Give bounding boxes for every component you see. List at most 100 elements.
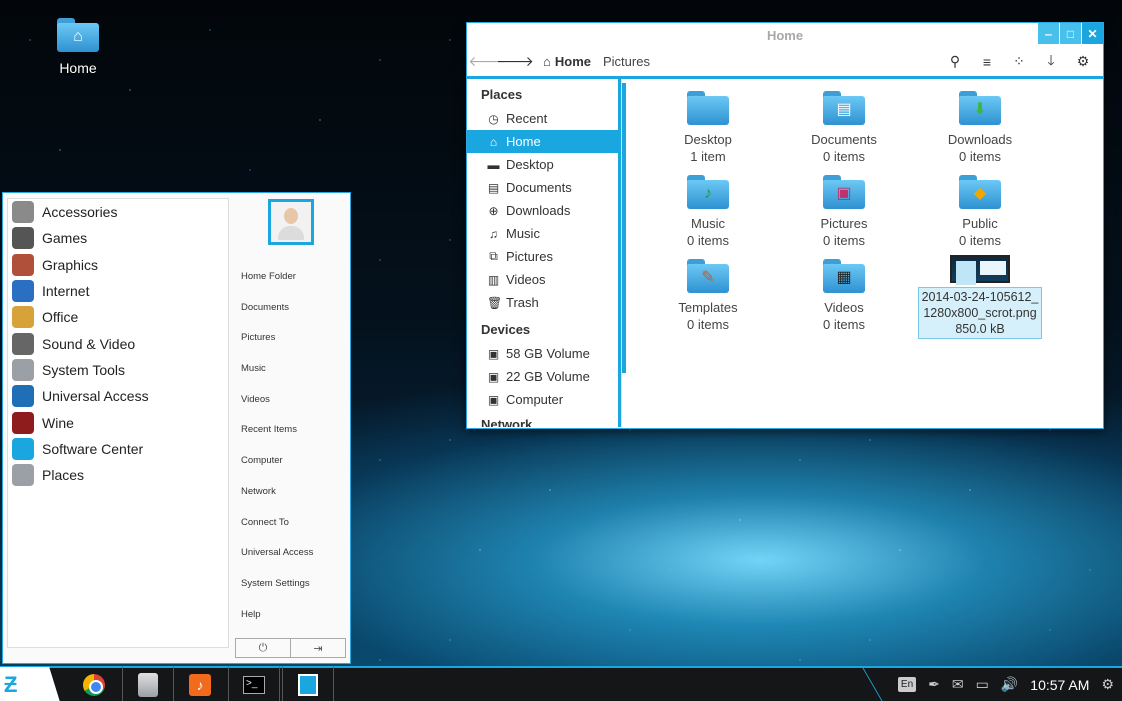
menu-link-help[interactable]: Help bbox=[241, 600, 313, 631]
item-name: Public bbox=[962, 216, 998, 231]
down-arrow-icon: 🡓 bbox=[1047, 51, 1055, 68]
menu-link-recent-items[interactable]: Recent Items bbox=[241, 415, 313, 446]
pen-icon[interactable]: ✒ bbox=[928, 676, 940, 693]
sidebar-item-desktop[interactable]: ▬ Desktop bbox=[467, 153, 618, 176]
sidebar-item-pictures[interactable]: ⧉ Pictures bbox=[467, 245, 618, 268]
sidebar-item-trash[interactable]: 🗑 Trash bbox=[467, 291, 618, 314]
file-item-screenshot[interactable]: 2014-03-24-105612_ 1280x800_scrot.png 85… bbox=[912, 255, 1048, 339]
sidebar-item-58gb-volume[interactable]: ▣ 58 GB Volume bbox=[467, 342, 618, 365]
pictures-folder-icon: ▣ bbox=[823, 175, 865, 209]
taskbar-music-player[interactable]: ♪ bbox=[174, 667, 226, 701]
film-icon: ▥ bbox=[487, 272, 500, 287]
desktop-home-icon[interactable]: ⌂ Home bbox=[48, 18, 108, 76]
path-pictures-button[interactable]: Pictures bbox=[603, 54, 650, 69]
logout-button[interactable]: ⇥ bbox=[291, 639, 345, 657]
menu-category-graphics[interactable]: Graphics bbox=[8, 252, 228, 278]
volume-icon[interactable]: 🔊 bbox=[1001, 676, 1018, 693]
item-count: 0 items bbox=[823, 317, 865, 332]
selected-file-label: 2014-03-24-105612_ 1280x800_scrot.png 85… bbox=[918, 287, 1042, 339]
grid-view-button[interactable]: ⁘ bbox=[1005, 50, 1033, 74]
menu-category-office[interactable]: Office bbox=[8, 304, 228, 330]
software-center-icon bbox=[298, 673, 318, 696]
pictures-icon: ⧉ bbox=[489, 249, 498, 263]
menu-category-sound-video[interactable]: Sound & Video bbox=[8, 330, 228, 356]
path-home-button[interactable]: ⌂ Home bbox=[543, 54, 591, 69]
file-item-videos[interactable]: ▦ Videos 0 items bbox=[776, 255, 912, 339]
wine-icon bbox=[12, 411, 34, 434]
scrollbar[interactable] bbox=[622, 83, 626, 373]
file-item-documents[interactable]: ▤ Documents 0 items bbox=[776, 87, 912, 171]
power-button[interactable]: ⏻ bbox=[236, 639, 291, 657]
close-button[interactable]: ✕ bbox=[1082, 23, 1103, 44]
window-title: Home bbox=[766, 27, 804, 43]
sidebar-item-recent[interactable]: ◷ Recent bbox=[467, 107, 618, 130]
sidebar-item-label: Home bbox=[506, 134, 541, 149]
taskbar-terminal[interactable]: >_ bbox=[228, 667, 280, 701]
sidebar-item-music[interactable]: ♫ Music bbox=[467, 222, 618, 245]
file-item-public[interactable]: ◆ Public 0 items bbox=[912, 171, 1048, 255]
gear-icon[interactable]: ⚙ bbox=[1101, 676, 1114, 693]
file-item-pictures[interactable]: ▣ Pictures 0 items bbox=[776, 171, 912, 255]
menu-category-wine[interactable]: Wine bbox=[8, 409, 228, 435]
clock[interactable]: 10:57 AM bbox=[1030, 677, 1089, 693]
menu-category-internet[interactable]: Internet bbox=[8, 278, 228, 304]
item-count: 1 item bbox=[690, 149, 726, 164]
menu-category-software-center[interactable]: Software Center bbox=[8, 436, 228, 462]
settings-button[interactable]: ⚙ bbox=[1069, 50, 1097, 74]
maximize-button[interactable]: □ bbox=[1060, 23, 1081, 44]
menu-link-universal-access[interactable]: Universal Access bbox=[241, 538, 313, 569]
menu-category-accessories[interactable]: Accessories bbox=[8, 199, 228, 225]
menu-link-documents[interactable]: Documents bbox=[241, 293, 313, 324]
menu-category-places[interactable]: Places bbox=[8, 462, 228, 488]
file-item-desktop[interactable]: Desktop 1 item bbox=[640, 87, 776, 171]
minimize-button[interactable]: ‒ bbox=[1038, 23, 1059, 44]
taskbar-software-center[interactable] bbox=[282, 667, 334, 701]
item-name: Downloads bbox=[947, 132, 1013, 147]
menu-category-games[interactable]: Games bbox=[8, 225, 228, 251]
file-name-line2: 1280x800_scrot.png bbox=[923, 306, 1037, 320]
sidebar-item-22gb-volume[interactable]: ▣ 22 GB Volume bbox=[467, 365, 618, 388]
item-count: 0 items bbox=[823, 149, 865, 164]
menu-link-system-settings[interactable]: System Settings bbox=[241, 569, 313, 600]
taskbar-chrome[interactable] bbox=[68, 667, 120, 701]
drive-icon: ▣ bbox=[487, 369, 500, 384]
title-bar[interactable]: Home ‒ □ ✕ bbox=[467, 23, 1103, 47]
menu-category-system-tools[interactable]: System Tools bbox=[8, 357, 228, 383]
avatar[interactable] bbox=[267, 199, 314, 245]
file-item-music[interactable]: ♪ Music 0 items bbox=[640, 171, 776, 255]
terminal-icon: >_ bbox=[243, 675, 265, 694]
sidebar-item-home[interactable]: ⌂ Home bbox=[467, 130, 618, 153]
sidebar-item-label: Recent bbox=[506, 111, 548, 126]
menu-link-music[interactable]: Music bbox=[241, 354, 313, 385]
menu-category-universal-access[interactable]: Universal Access bbox=[8, 383, 228, 409]
start-menu: Accessories Games Graphics Internet Office So… bbox=[2, 192, 351, 664]
file-item-downloads[interactable]: ⬇ Downloads 0 items bbox=[912, 87, 1048, 171]
gear-icon: ⚙ bbox=[1076, 53, 1090, 69]
menu-link-home-folder[interactable]: Home Folder bbox=[241, 262, 313, 293]
menu-link-videos[interactable]: Videos bbox=[241, 385, 313, 416]
menu-link-pictures[interactable]: Pictures bbox=[241, 323, 313, 354]
menu-link-network[interactable]: Network bbox=[241, 477, 313, 508]
menu-link-computer[interactable]: Computer bbox=[241, 446, 313, 477]
battery-icon[interactable]: ▭ bbox=[976, 676, 989, 693]
sidebar-item-documents[interactable]: ▤ Documents bbox=[467, 176, 618, 199]
forward-button[interactable]: 🡒 bbox=[496, 50, 534, 74]
music-player-icon: ♪ bbox=[189, 673, 211, 696]
sidebar-item-downloads[interactable]: ⊕ Downloads bbox=[467, 199, 618, 222]
sidebar-item-videos[interactable]: ▥ Videos bbox=[467, 268, 618, 291]
taskbar-files[interactable] bbox=[122, 667, 174, 701]
sort-button[interactable]: 🡓 bbox=[1037, 50, 1065, 74]
search-button[interactable]: ⚲ bbox=[941, 50, 969, 74]
sidebar-item-computer[interactable]: ▣ Computer bbox=[467, 388, 618, 411]
keyboard-layout-indicator[interactable]: En bbox=[897, 677, 917, 692]
gamepad-icon bbox=[12, 227, 34, 250]
menu-category-label: Software Center bbox=[42, 440, 144, 457]
list-view-button[interactable]: ≡ bbox=[973, 50, 1001, 74]
sidebar-item-label: Pictures bbox=[506, 249, 553, 264]
menu-link-connect-to[interactable]: Connect To bbox=[241, 508, 313, 539]
file-item-templates[interactable]: ✎ Templates 0 items bbox=[640, 255, 776, 339]
sidebar-item-label: Computer bbox=[506, 392, 564, 407]
menu-button[interactable]: Ƶ bbox=[0, 667, 60, 701]
mail-icon[interactable]: ✉ bbox=[952, 676, 964, 693]
devices-header: Devices bbox=[481, 322, 531, 337]
